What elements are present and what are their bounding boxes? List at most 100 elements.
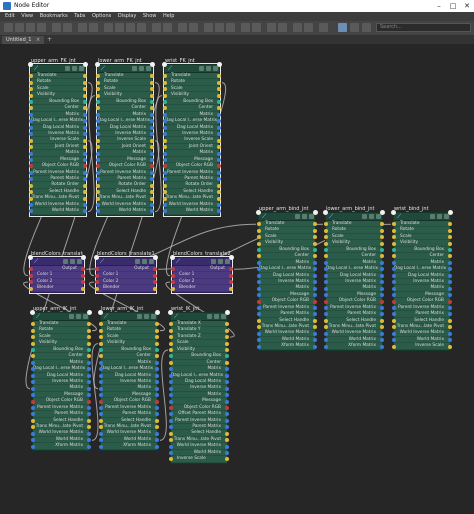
input-port[interactable] (169, 438, 173, 443)
input-port[interactable] (169, 348, 173, 353)
input-port[interactable] (29, 138, 33, 143)
node-input-port[interactable] (98, 310, 103, 315)
input-port[interactable] (169, 405, 173, 410)
input-port[interactable] (257, 241, 261, 246)
input-port[interactable] (169, 328, 173, 333)
create-node-icon[interactable] (241, 23, 250, 32)
shapes-icon[interactable] (278, 23, 287, 32)
input-port[interactable] (96, 177, 100, 182)
node-header[interactable]: ⟋ (162, 62, 222, 73)
node-header[interactable]: ⟋ (256, 210, 318, 221)
input-port[interactable] (324, 331, 328, 336)
expand-icon[interactable] (83, 314, 88, 319)
input-port[interactable] (324, 280, 328, 285)
node-header[interactable]: ⟋ (94, 255, 158, 266)
input-port[interactable] (392, 338, 396, 343)
attribute-row[interactable]: Blender (95, 285, 157, 292)
input-port[interactable] (96, 170, 100, 175)
input-port[interactable] (96, 100, 100, 105)
collapse-icon[interactable] (76, 314, 81, 319)
input-port[interactable] (29, 93, 33, 98)
input-port[interactable] (29, 177, 33, 182)
clear-graph-icon[interactable] (37, 23, 46, 32)
input-port[interactable] (99, 418, 103, 423)
input-port[interactable] (169, 335, 173, 340)
attribute-mode-icon[interactable] (295, 214, 300, 219)
output-port[interactable] (87, 341, 91, 346)
output-port[interactable] (83, 170, 87, 175)
node-output-port[interactable] (229, 255, 234, 260)
output-port[interactable] (448, 344, 452, 349)
attribute-mode-icon[interactable] (65, 66, 70, 71)
output-port[interactable] (155, 444, 159, 449)
bookmark-icon[interactable] (189, 23, 198, 32)
output-port[interactable] (229, 286, 233, 291)
input-port[interactable] (169, 393, 173, 398)
input-port[interactable] (257, 260, 261, 265)
input-port[interactable] (324, 338, 328, 343)
output-port[interactable] (225, 360, 229, 365)
input-port[interactable] (392, 248, 396, 253)
input-port[interactable] (31, 425, 35, 430)
input-port[interactable] (31, 373, 35, 378)
input-port[interactable] (392, 318, 396, 323)
input-port[interactable] (163, 80, 167, 85)
node-upper-arm-bind-jnt[interactable]: upper_arm_bind_jnt ⟋ Translate Rotate Scale V… (256, 206, 318, 351)
input-port[interactable] (324, 286, 328, 291)
node-wrist-bind-jnt[interactable]: wrist_bind_jnt ⟋ Translate Rotate Scale Visib… (391, 206, 453, 351)
input-port[interactable] (29, 80, 33, 85)
frame-selected-icon[interactable] (89, 23, 98, 32)
input-port[interactable] (163, 183, 167, 188)
output-port[interactable] (155, 405, 159, 410)
attribute-row[interactable]: World Matrix (96, 208, 154, 215)
input-port[interactable] (169, 386, 173, 391)
output-port[interactable] (81, 273, 85, 278)
output-port[interactable] (217, 80, 221, 85)
input-port[interactable] (31, 348, 35, 353)
input-port[interactable] (169, 373, 173, 378)
remove-selected-icon[interactable] (63, 23, 72, 32)
input-port[interactable] (163, 203, 167, 208)
input-port[interactable] (99, 328, 103, 333)
output-port[interactable] (150, 151, 154, 156)
input-port[interactable] (324, 254, 328, 259)
input-port[interactable] (31, 444, 35, 449)
output-port[interactable] (225, 418, 229, 423)
attribute-row[interactable]: Xform Matrix (257, 343, 317, 350)
node-output-port[interactable] (217, 62, 222, 67)
expand-icon[interactable] (79, 66, 84, 71)
output-port[interactable] (380, 331, 384, 336)
input-port[interactable] (257, 338, 261, 343)
input-port[interactable] (257, 299, 261, 304)
input-port[interactable] (29, 183, 33, 188)
input-port[interactable] (257, 312, 261, 317)
node-lower-arm-bind-jnt[interactable]: lower_arm_bind_jnt ⟋ Translate Rotate Scale V… (323, 206, 385, 351)
input-port[interactable] (99, 444, 103, 449)
input-port[interactable] (95, 273, 99, 278)
input-port[interactable] (392, 280, 396, 285)
output-port[interactable] (380, 241, 384, 246)
node-output-port[interactable] (225, 310, 230, 315)
output-port[interactable] (87, 328, 91, 333)
input-port[interactable] (169, 399, 173, 404)
output-port[interactable] (83, 125, 87, 130)
node-header[interactable]: ⟋ (28, 255, 86, 266)
attribute-row[interactable]: Xform Matrix (324, 343, 384, 350)
node-header[interactable]: ⟋ (98, 310, 160, 321)
output-port[interactable] (448, 241, 452, 246)
node-input-port[interactable] (323, 210, 328, 215)
input-port[interactable] (169, 367, 173, 372)
output-port[interactable] (87, 444, 91, 449)
input-port[interactable] (96, 190, 100, 195)
node-output-port[interactable] (87, 310, 92, 315)
input-port[interactable] (392, 344, 396, 349)
output-port[interactable] (83, 93, 87, 98)
input-port[interactable] (29, 203, 33, 208)
input-port[interactable] (31, 399, 35, 404)
graph-output-icon[interactable] (15, 23, 24, 32)
input-port[interactable] (96, 151, 100, 156)
input-port[interactable] (163, 145, 167, 150)
output-port[interactable] (313, 286, 317, 291)
node-output-port[interactable] (155, 310, 160, 315)
output-port[interactable] (225, 373, 229, 378)
